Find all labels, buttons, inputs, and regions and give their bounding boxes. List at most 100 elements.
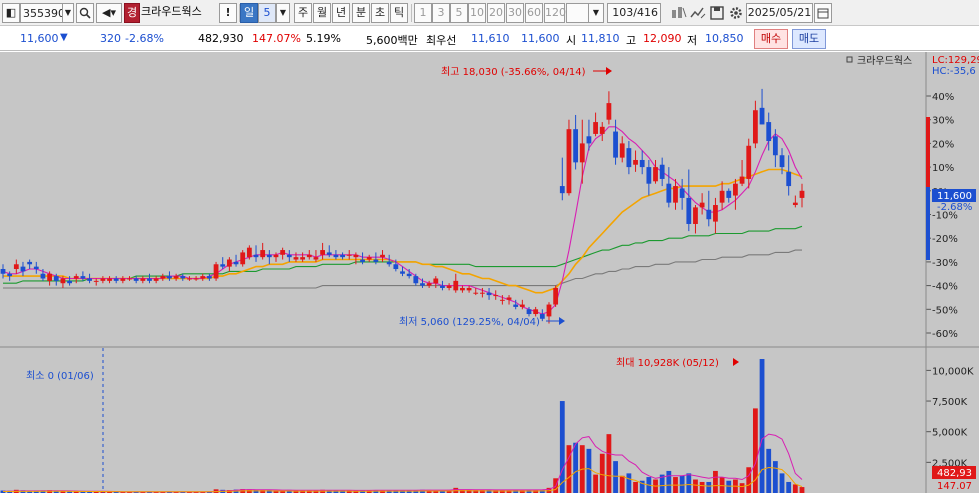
volume-bar xyxy=(739,483,745,493)
candle-body xyxy=(559,186,565,194)
buy-button[interactable]: 매수 xyxy=(754,29,788,49)
price-tick-label: 20% xyxy=(932,139,954,150)
compare-icon[interactable] xyxy=(670,3,688,23)
period-second-button[interactable]: 초 xyxy=(371,3,389,23)
speaker-icon[interactable]: ◀▾ xyxy=(96,3,122,23)
low-annotation: 최저 5,060 (129.25%, 04/04) xyxy=(399,316,540,328)
tick-count-120[interactable]: 120 xyxy=(544,3,566,23)
candle-body xyxy=(706,209,712,220)
candle-body xyxy=(659,164,665,179)
high-annotation: 최고 18,030 (-35.66%, 04/14) xyxy=(441,66,586,78)
tick-count-30[interactable]: 30 xyxy=(506,3,524,23)
period-week-button[interactable]: 주 xyxy=(294,3,312,23)
volume-tick-label: 10,000K xyxy=(932,366,974,377)
current-price: 11,600 xyxy=(20,32,59,45)
candle-body xyxy=(373,259,379,262)
best-ask: 11,610 xyxy=(471,32,510,45)
stock-name: 크라우드웍스 xyxy=(141,5,202,18)
candle-body xyxy=(573,129,579,163)
settings-gear-icon[interactable] xyxy=(727,3,745,23)
period-value-field[interactable]: 5 xyxy=(258,3,276,23)
lc-label: LC:129,29 xyxy=(932,55,979,66)
candlestick-chart-svg[interactable]: 40%30%20%10%0%-10%-20%-30%-40%-50%-60%10… xyxy=(0,52,979,493)
volume-bar xyxy=(792,484,798,493)
candle-body xyxy=(187,278,192,280)
candle-body xyxy=(526,309,532,315)
candle-body xyxy=(13,264,19,270)
candle-body xyxy=(366,257,372,260)
sell-button[interactable]: 매도 xyxy=(792,29,826,49)
candle-body xyxy=(719,190,725,203)
candle-body xyxy=(207,276,212,279)
volume-bar xyxy=(566,445,572,493)
candle-body xyxy=(266,254,272,258)
hc-label: HC:-35,6 xyxy=(932,66,976,77)
candle-body xyxy=(799,190,805,198)
candle-body xyxy=(566,129,572,194)
volume-tag: 482,93 xyxy=(937,468,972,479)
search-icon[interactable] xyxy=(76,3,94,23)
candle-body xyxy=(100,278,106,281)
alert-button[interactable]: ! xyxy=(219,3,237,23)
tick-count-3[interactable]: 3 xyxy=(432,3,450,23)
candle-body xyxy=(53,276,59,281)
volume-bar xyxy=(599,453,605,493)
period-minute-button[interactable]: 분 xyxy=(352,3,370,23)
period-day-button[interactable]: 일 xyxy=(240,3,258,23)
candle-body xyxy=(260,250,266,258)
volume-bar xyxy=(719,477,725,493)
tick-count-5[interactable]: 5 xyxy=(450,3,468,23)
period-tick-button[interactable]: 틱 xyxy=(390,3,408,23)
candle-body xyxy=(686,197,692,224)
volume-bar xyxy=(586,448,592,493)
turnover-rate: 5.19% xyxy=(306,32,341,45)
calendar-icon[interactable] xyxy=(814,3,832,23)
candle-body xyxy=(286,254,292,258)
candle-body xyxy=(253,254,259,258)
candle-body xyxy=(153,278,159,281)
stock-chart[interactable]: 40%30%20%10%0%-10%-20%-30%-40%-50%-60%10… xyxy=(0,52,979,493)
candle-body xyxy=(167,276,172,279)
candle-body xyxy=(726,190,732,198)
trade-amount: 5,600백만 xyxy=(366,34,418,47)
tick-count-1[interactable]: 1 xyxy=(414,3,432,23)
tick-dropdown-icon[interactable]: ▼ xyxy=(588,3,604,23)
save-icon[interactable] xyxy=(708,3,726,23)
candle-body xyxy=(406,273,412,277)
candle-body xyxy=(60,278,66,284)
candle-body xyxy=(480,292,485,294)
candle-body xyxy=(513,304,519,307)
candle-body xyxy=(679,188,685,198)
candle-body xyxy=(313,257,319,260)
period-dropdown-icon[interactable]: ▼ xyxy=(276,3,290,23)
best-bid: 11,600 xyxy=(521,32,560,45)
period-month-button[interactable]: 월 xyxy=(313,3,331,23)
tick-count-60[interactable]: 60 xyxy=(525,3,543,23)
candle-body xyxy=(220,264,226,267)
code-dropdown-icon[interactable]: ▼ xyxy=(62,3,74,23)
candle-body xyxy=(453,280,459,291)
candle-body xyxy=(779,155,785,168)
candle-body xyxy=(433,278,439,284)
layout-toggle-icon[interactable]: ◧ xyxy=(2,3,20,23)
volume-bar xyxy=(713,470,718,493)
volume-bar xyxy=(706,481,712,493)
tick-count-20[interactable]: 20 xyxy=(487,3,505,23)
candle-body xyxy=(393,264,399,270)
high-label: 고 xyxy=(626,34,637,47)
low-label: 저 xyxy=(687,34,698,47)
volume-bar xyxy=(606,434,612,493)
candle-body xyxy=(746,145,752,179)
candle-body xyxy=(326,252,332,255)
candle-body xyxy=(633,159,638,165)
indicator-icon[interactable] xyxy=(689,3,707,23)
tick-count-10[interactable]: 10 xyxy=(468,3,486,23)
candle-body xyxy=(7,273,13,277)
volume-ratio-tag: 147.07 xyxy=(937,481,972,492)
date-field[interactable]: 2025/05/21 xyxy=(746,3,813,23)
candle-body xyxy=(226,259,232,267)
candle-body xyxy=(306,254,312,258)
candle-body xyxy=(193,278,199,280)
period-year-button[interactable]: 년 xyxy=(332,3,350,23)
volume-bar xyxy=(573,442,579,493)
